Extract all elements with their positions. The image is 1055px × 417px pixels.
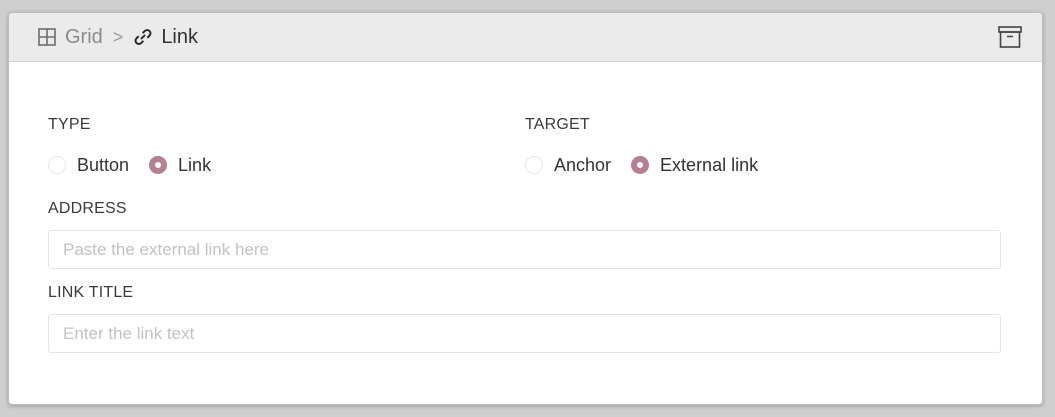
type-option-button[interactable]: Button (48, 155, 129, 176)
target-option-external-link-label: External link (660, 154, 759, 175)
link-title-input[interactable] (48, 314, 1001, 353)
breadcrumb-parent[interactable]: Grid (65, 26, 103, 49)
radio-button-target-external-link[interactable] (631, 156, 650, 174)
type-option-link[interactable]: Link (149, 155, 211, 176)
type-radio-group: Button Link (48, 154, 231, 176)
archive-button[interactable] (998, 25, 1022, 49)
link-title-label: LINK TITLE (48, 284, 134, 301)
target-radio-group: Anchor External link (525, 154, 778, 176)
target-option-anchor-label: Anchor (554, 154, 612, 175)
type-option-button-label: Button (77, 154, 130, 175)
link-editor-panel: Grid > Link TYPE Button Link TARGET Anch… (8, 12, 1043, 405)
breadcrumb-separator: > (112, 26, 124, 47)
type-option-link-label: Link (178, 154, 212, 175)
panel-header: Grid > Link (9, 13, 1042, 62)
grid-icon (37, 27, 57, 47)
radio-button-type-button[interactable] (48, 156, 66, 174)
radio-button-type-link[interactable] (149, 156, 168, 174)
breadcrumb: Grid > Link (37, 13, 198, 61)
address-label: ADDRESS (48, 200, 127, 217)
address-input[interactable] (48, 230, 1001, 269)
type-label: TYPE (48, 116, 91, 133)
target-option-anchor[interactable]: Anchor (525, 155, 611, 176)
target-label: TARGET (525, 116, 590, 133)
radio-button-target-anchor[interactable] (525, 156, 543, 174)
link-icon (133, 27, 153, 47)
breadcrumb-current: Link (161, 25, 199, 48)
target-option-external-link[interactable]: External link (631, 155, 758, 176)
archive-icon (998, 26, 1022, 48)
